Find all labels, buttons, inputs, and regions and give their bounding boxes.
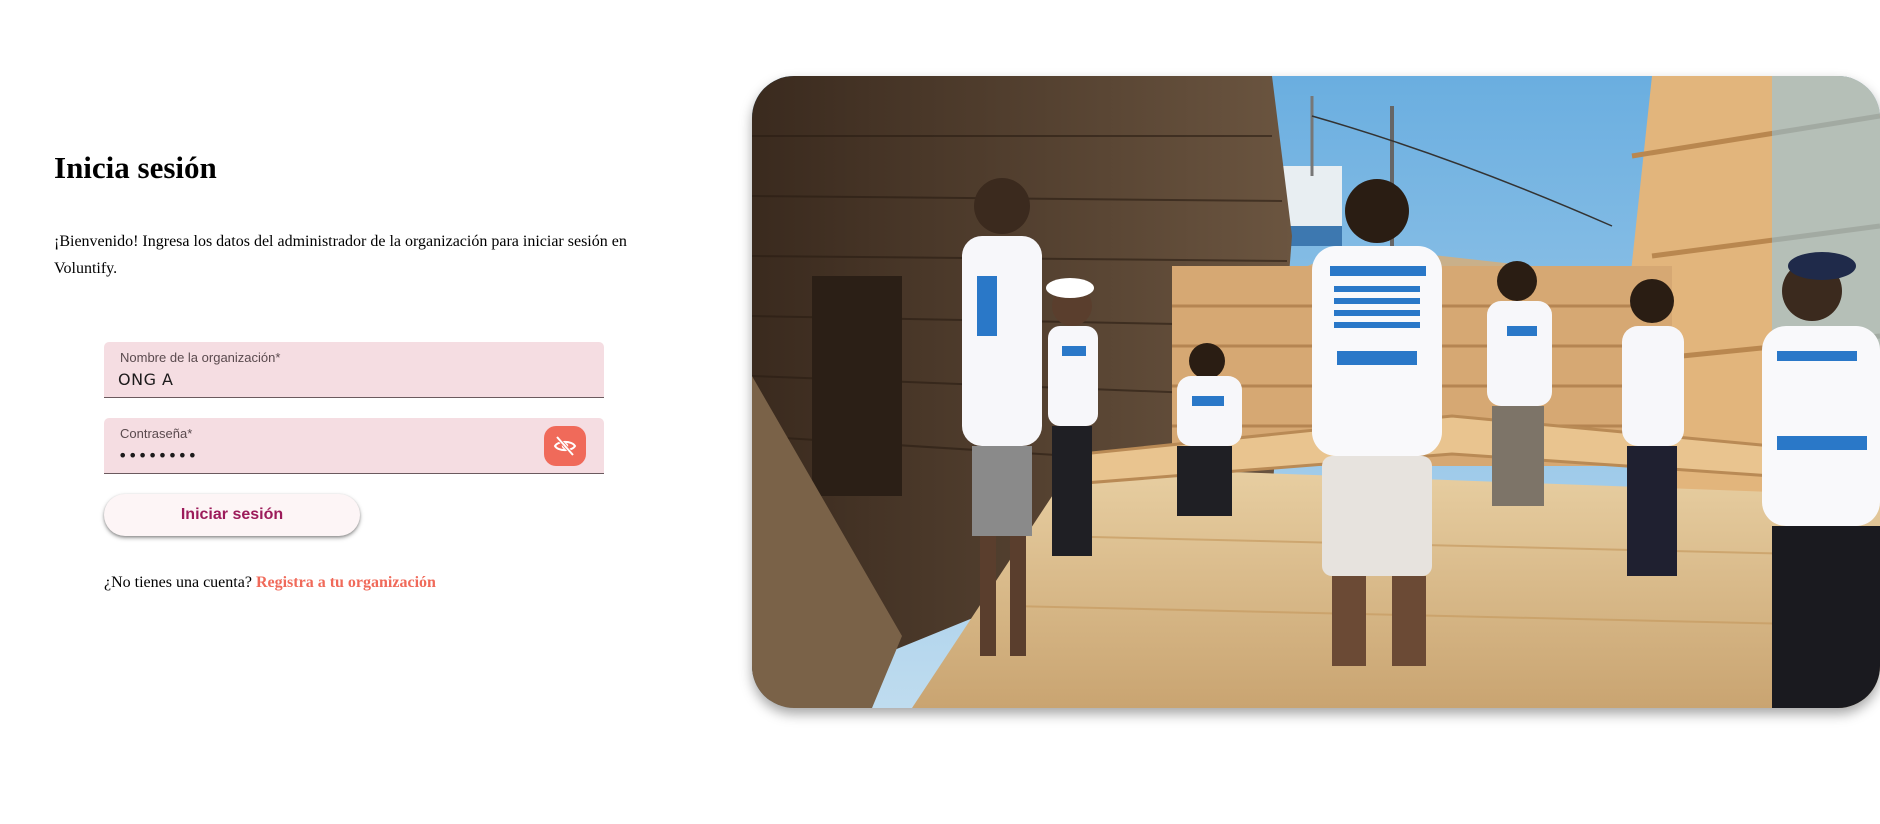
signup-prompt-text: ¿No tienes una cuenta? (104, 574, 252, 591)
password-field[interactable]: Contraseña* (104, 418, 604, 474)
eye-off-icon (553, 435, 577, 457)
organization-input[interactable] (118, 366, 548, 392)
signup-prompt: ¿No tienes una cuenta? Registra a tu org… (104, 574, 436, 592)
organization-label: Nombre de la organización* (120, 350, 281, 365)
page-title: Inicia sesión (54, 150, 217, 185)
login-form: Nombre de la organización* Contraseña* I… (104, 342, 604, 536)
hero-image (752, 76, 1880, 708)
register-organization-link[interactable]: Registra a tu organización (256, 574, 436, 591)
password-input[interactable] (118, 442, 548, 468)
login-panel: Inicia sesión ¡Bienvenido! Ingresa los d… (54, 150, 654, 282)
toggle-password-visibility-button[interactable] (544, 426, 586, 466)
welcome-text: ¡Bienvenido! Ingresa los datos del admin… (54, 233, 627, 277)
organization-field[interactable]: Nombre de la organización* (104, 342, 604, 398)
volunteers-photo (752, 76, 1880, 708)
password-label: Contraseña* (120, 426, 193, 441)
login-button[interactable]: Iniciar sesión (104, 494, 360, 536)
